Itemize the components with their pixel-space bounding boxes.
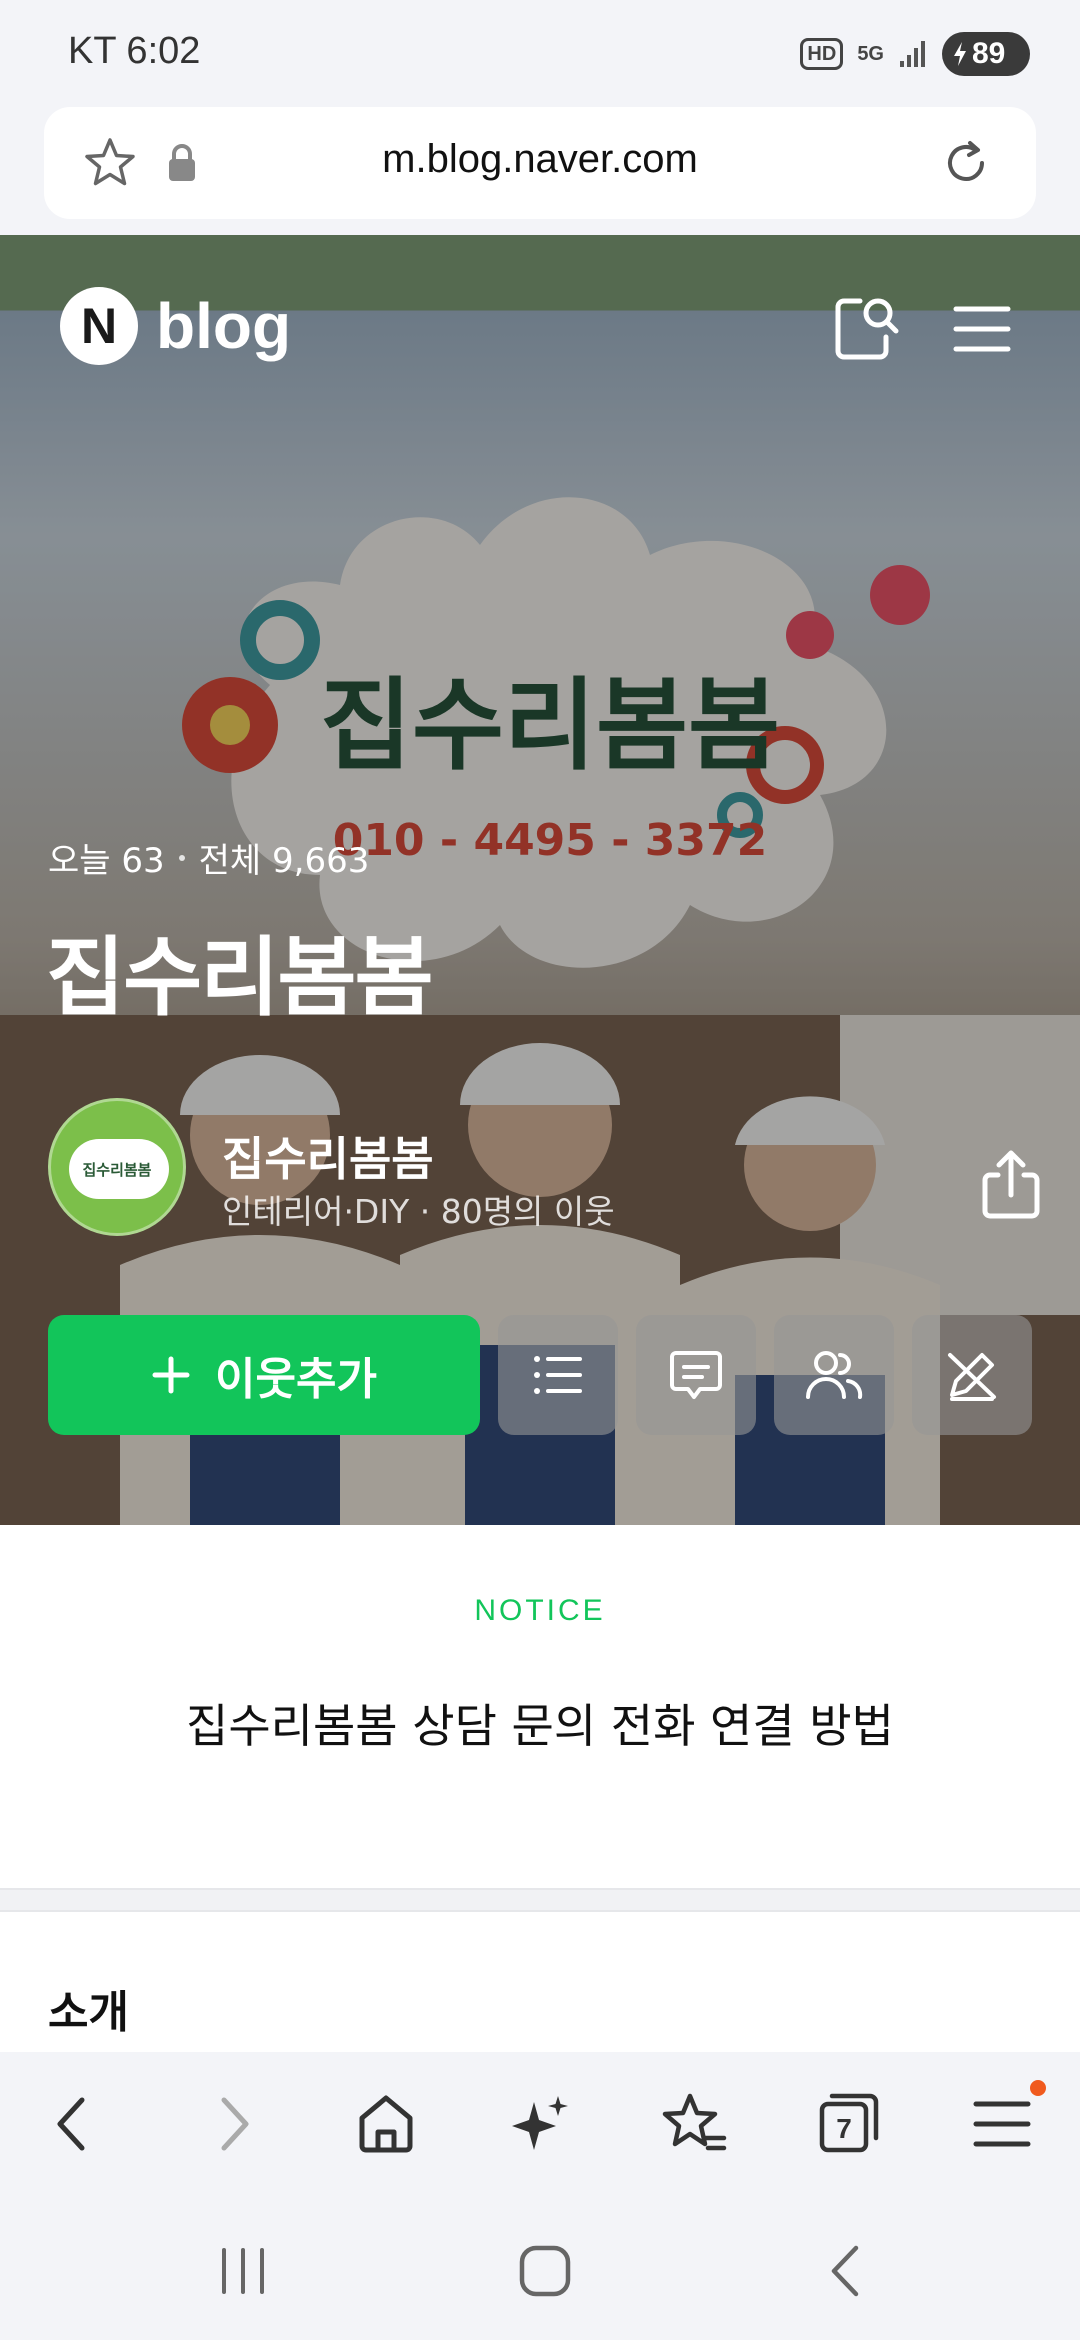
naver-logo: N: [60, 287, 138, 365]
tabs-icon[interactable]: 7: [812, 2088, 884, 2160]
chat-icon: [670, 1351, 722, 1399]
menu-icon[interactable]: [966, 2088, 1038, 2160]
tabs-count: 7: [836, 2113, 852, 2144]
notice-label: NOTICE: [474, 1594, 606, 1627]
no-edit-icon: [948, 1353, 996, 1401]
write-disabled-button[interactable]: [912, 1315, 1032, 1435]
battery-level: 89: [972, 37, 1006, 70]
add-neighbor-label: 이웃추가: [215, 1354, 377, 1405]
menu-icon[interactable]: [952, 299, 1012, 359]
notice-section[interactable]: NOTICE 집수리봄봄 상담 문의 전화 연결 방법: [0, 1548, 1080, 1888]
neighbors-button[interactable]: [774, 1315, 894, 1435]
charging-icon: [954, 42, 966, 66]
blog-hero: 집수리봄봄 010 - 4495 - 3372 N blog 오늘 63 전체 …: [0, 235, 1080, 1525]
post-list-button[interactable]: [498, 1315, 618, 1435]
screen: KT 6:02 HD 5G 89 m.blog.naver.com 집수리봄봄 …: [0, 0, 1080, 2340]
home-icon[interactable]: [350, 2088, 422, 2160]
list-icon: [534, 1356, 582, 1394]
status-icons: HD 5G 89: [800, 30, 1030, 78]
status-bar: KT 6:02 HD 5G 89: [0, 0, 1080, 105]
logo-text: blog: [156, 290, 292, 362]
back-icon[interactable]: [38, 2088, 110, 2160]
total-visits: 전체 9,663: [198, 841, 370, 881]
system-back-icon[interactable]: [812, 2236, 882, 2306]
hd-badge: HD: [800, 38, 844, 70]
sparkle-icon[interactable]: [504, 2088, 576, 2160]
reload-icon[interactable]: [936, 133, 996, 193]
share-icon[interactable]: [972, 1145, 1050, 1223]
guestbook-button[interactable]: [636, 1315, 756, 1435]
address-bar[interactable]: m.blog.naver.com: [44, 107, 1036, 219]
browser-address-area: m.blog.naver.com: [0, 105, 1080, 235]
intro-title: 소개: [48, 1987, 129, 2038]
search-icon[interactable]: [830, 293, 902, 365]
browser-toolbar: 7: [0, 2052, 1080, 2196]
notification-dot: [1030, 2080, 1046, 2096]
system-navigation: [0, 2196, 1080, 2340]
avatar-text: 집수리봄봄: [82, 1161, 152, 1179]
plus-icon: [152, 1356, 190, 1394]
avatar[interactable]: 집수리봄봄: [48, 1098, 186, 1236]
separator-dot: [178, 854, 185, 861]
battery-indicator: 89: [942, 32, 1030, 76]
owner-name[interactable]: 집수리봄봄: [222, 1123, 434, 1189]
network-indicator: 5G: [857, 43, 884, 65]
add-neighbor-button[interactable]: 이웃추가: [48, 1315, 480, 1435]
section-divider: [0, 1888, 1080, 1912]
owner-meta: 인테리어·DIY · 80명의 이웃: [222, 1192, 615, 1231]
blog-title: 집수리봄봄: [46, 928, 434, 1028]
recent-apps-icon[interactable]: [208, 2236, 278, 2306]
today-visits: 오늘 63: [48, 841, 165, 881]
carrier-time: KT 6:02: [68, 30, 201, 72]
forward-icon[interactable]: [196, 2088, 268, 2160]
signal-icon: [900, 41, 925, 67]
notice-title[interactable]: 집수리봄봄 상담 문의 전화 연결 방법: [0, 1690, 1080, 1756]
home-button-icon[interactable]: [510, 2236, 580, 2306]
neighbors-icon: [806, 1351, 863, 1399]
visitor-counts: 오늘 63 전체 9,663: [48, 833, 369, 882]
url-text[interactable]: m.blog.naver.com: [44, 137, 1036, 182]
bookmarks-icon[interactable]: [658, 2088, 730, 2160]
intro-section: 소개: [0, 1912, 1080, 2052]
naver-blog-logo[interactable]: N blog: [60, 287, 291, 365]
